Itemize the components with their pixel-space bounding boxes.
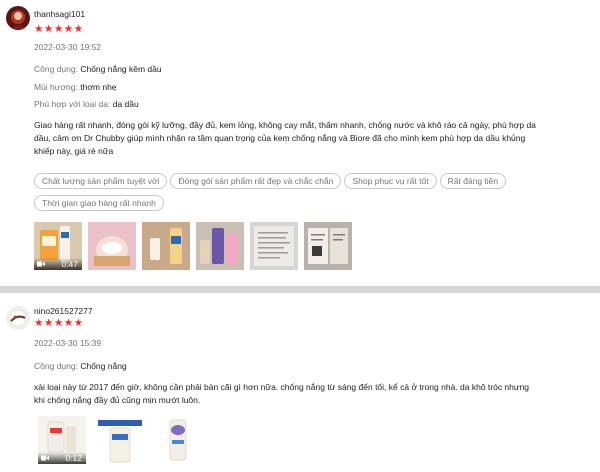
photo-thumbnail[interactable] (196, 222, 244, 270)
review-text-line: khiếp này, giá rẻ nữa (34, 146, 114, 156)
review-text-line: khi chống nắng đầy đủ cũng mịn mướt luôn… (34, 395, 201, 405)
attr-key: Công dụng: (34, 361, 81, 371)
photo-thumbnail[interactable] (304, 222, 352, 270)
attr-mui-huong: Mùi hương: thơm nhẹ (34, 82, 117, 92)
review-media: 0:12 (34, 416, 204, 464)
review-text-line: xài loại này từ 2017 đến giờ, không cần … (34, 382, 530, 392)
video-camera-icon (37, 261, 45, 267)
review-text: Giao hàng rất nhanh, đóng gói kỹ lưỡng, … (34, 119, 594, 158)
attr-loai-da: Phù hợp với loại da: da dầu (34, 99, 139, 109)
attr-key: Công dụng: (34, 64, 81, 74)
attr-cong-dung: Công dụng: Chống nắng (34, 361, 127, 371)
photo-thumbnail[interactable] (142, 222, 190, 270)
username[interactable]: nino261527277 (34, 306, 93, 316)
tag-chip: Shop phục vụ rất tốt (344, 173, 437, 189)
review-text-line: dầu, cảm ơn Dr Chubby giúp mình nhận ra … (34, 133, 526, 143)
video-overlay: 0:47 (34, 258, 82, 270)
rating-stars: ★★★★★ (34, 23, 84, 35)
tag-chip: Chất lượng sản phẩm tuyệt vời (34, 173, 168, 189)
video-duration: 0:12 (65, 453, 82, 463)
username[interactable]: thanhsagi101 (34, 9, 85, 19)
attr-value: Chống nắng (80, 361, 127, 371)
tag-chip: Đóng gói sản phẩm rất đẹp và chắc chắn (170, 173, 342, 189)
photo-thumbnail[interactable] (250, 222, 298, 270)
review-text: xài loại này từ 2017 đến giờ, không cần … (34, 381, 594, 407)
attr-value: da dầu (112, 99, 139, 109)
attr-key: Phù hợp với loại da: (34, 99, 113, 109)
attr-value: Chống nắng kềm dầu (80, 64, 162, 74)
attr-key: Mùi hương: (34, 82, 81, 92)
photo-thumbnail[interactable] (96, 416, 144, 464)
review-media: 0:47 (34, 222, 364, 270)
tag-chip: Rất đáng tiền (439, 173, 507, 189)
video-overlay: 0:12 (38, 452, 86, 464)
review-date: 2022-03-30 15:39 (34, 338, 102, 348)
user-avatar[interactable] (6, 306, 30, 330)
video-thumbnail[interactable]: 0:47 (34, 222, 82, 270)
photo-thumbnail[interactable] (154, 416, 202, 464)
tag-chip: Thời gian giao hàng rất nhanh (34, 195, 164, 211)
section-divider (0, 286, 600, 293)
video-camera-icon (41, 455, 49, 461)
video-duration: 0:47 (61, 259, 78, 269)
rating-stars: ★★★★★ (34, 317, 84, 329)
review-text-line: Giao hàng rất nhanh, đóng gói kỹ lưỡng, … (34, 120, 536, 130)
review-date: 2022-03-30 19:52 (34, 42, 102, 52)
photo-thumbnail[interactable] (88, 222, 136, 270)
attr-cong-dung: Công dụng: Chống nắng kềm dầu (34, 64, 162, 74)
review-tags: Chất lượng sản phẩm tuyệt vời Đóng gói sả… (34, 171, 594, 215)
user-avatar[interactable] (6, 6, 30, 30)
video-thumbnail[interactable]: 0:12 (38, 416, 86, 464)
attr-value: thơm nhẹ (80, 82, 117, 92)
